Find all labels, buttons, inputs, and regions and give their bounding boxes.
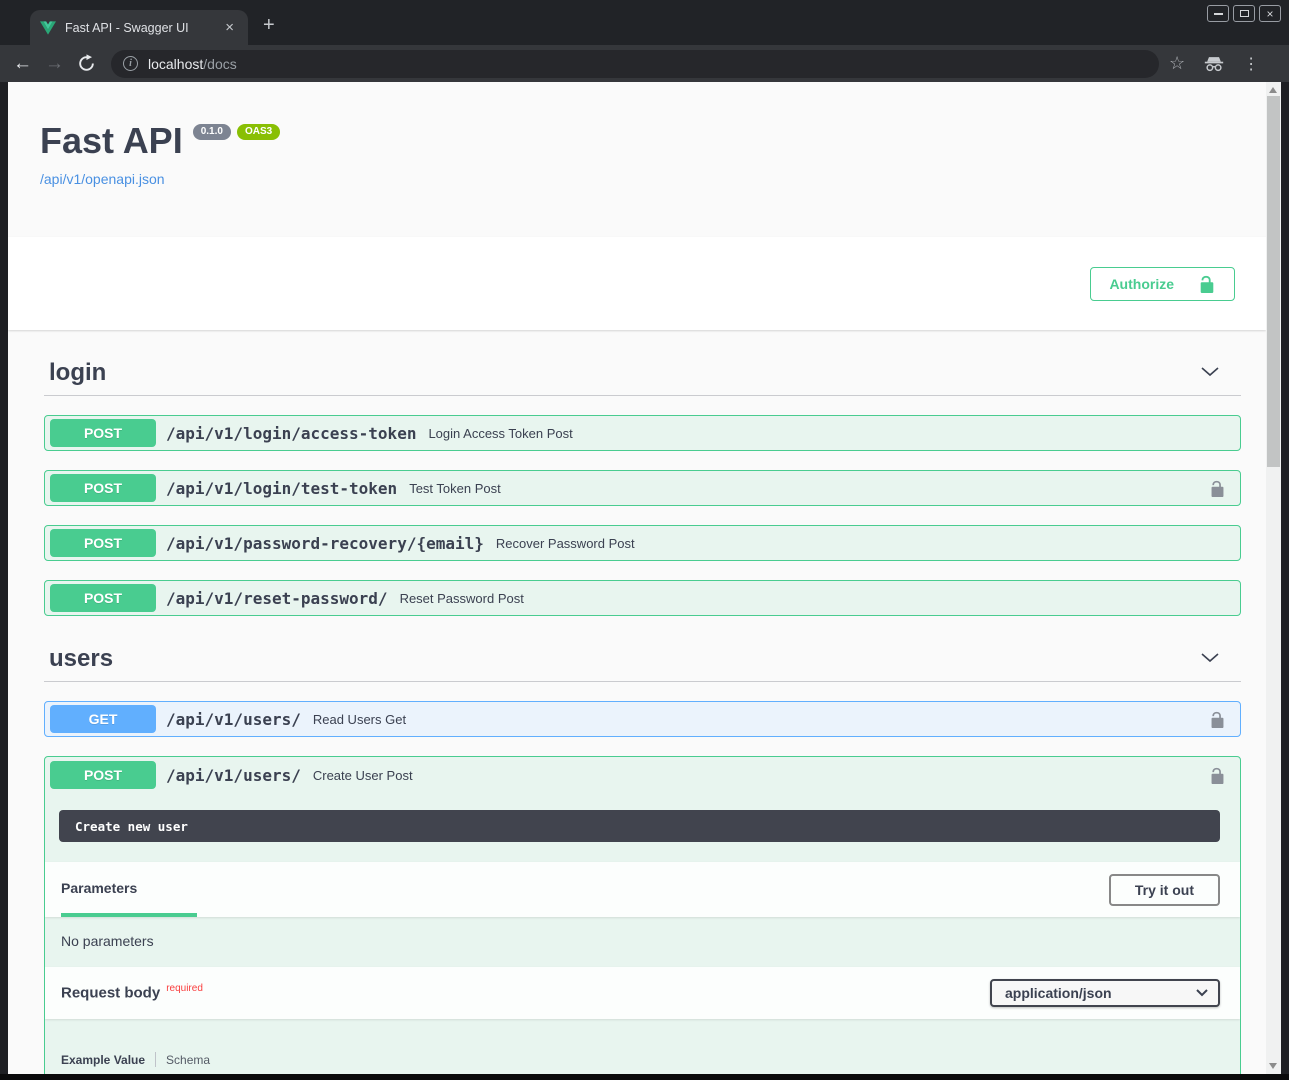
method-badge: POST: [50, 529, 156, 557]
minimize-icon: [1214, 13, 1223, 15]
no-parameters-text: No parameters: [45, 917, 1240, 961]
oas3-badge: OAS3: [237, 124, 280, 140]
incognito-icon: [1203, 56, 1225, 72]
request-body-header: Request body required application/json: [45, 967, 1240, 1019]
tab-title: Fast API - Swagger UI: [65, 21, 212, 35]
new-tab-button[interactable]: +: [263, 14, 275, 37]
page-scrollbar[interactable]: [1266, 82, 1281, 1074]
method-badge: GET: [50, 705, 156, 733]
swagger-page: Fast API 0.1.0 OAS3 /api/v1/openapi.json…: [8, 82, 1266, 1074]
media-type-value: application/json: [1005, 985, 1112, 1001]
tab-divider: [155, 1052, 156, 1067]
authorize-label: Authorize: [1109, 276, 1174, 292]
address-bar[interactable]: i localhost/docs: [111, 50, 1159, 78]
operation-description: Create new user: [59, 810, 1220, 842]
back-button[interactable]: ←: [13, 54, 32, 73]
endpoint-row-read-users[interactable]: GET /api/v1/users/ Read Users Get: [44, 701, 1241, 737]
browser-window: Fast API - Swagger UI × + × ← → i localh…: [0, 0, 1289, 1080]
section-users: users GET /api/v1/users/ Read Users Get: [44, 645, 1241, 1074]
collapse-chevron-icon[interactable]: [1201, 364, 1219, 382]
endpoint-row-access-token[interactable]: POST /api/v1/login/access-token Login Ac…: [44, 415, 1241, 451]
section-title-login[interactable]: login: [49, 359, 106, 387]
browser-toolbar: ← → i localhost/docs ☆ ⋮: [0, 45, 1289, 82]
reload-button[interactable]: [77, 54, 96, 73]
endpoint-summary: Recover Password Post: [496, 536, 1228, 551]
tab-strip: Fast API - Swagger UI × + ×: [0, 0, 1289, 45]
openapi-spec-link[interactable]: /api/v1/openapi.json: [40, 171, 165, 187]
endpoint-row-password-recovery[interactable]: POST /api/v1/password-recovery/{email} R…: [44, 525, 1241, 561]
scroll-down-arrow-icon[interactable]: [1269, 1063, 1277, 1069]
window-frame-bottom: [0, 1074, 1289, 1080]
forward-button: →: [45, 54, 64, 73]
media-type-select[interactable]: application/json: [990, 979, 1220, 1007]
endpoint-path: /api/v1/users/: [166, 766, 301, 785]
browser-menu-icon[interactable]: ⋮: [1243, 54, 1259, 74]
opblock-create-user: POST /api/v1/users/ Create User Post Cre…: [44, 756, 1241, 1074]
auth-lock-icon[interactable]: [1209, 480, 1226, 497]
section-title-users[interactable]: users: [49, 645, 113, 673]
scroll-up-arrow-icon[interactable]: [1269, 87, 1277, 93]
method-badge: POST: [50, 584, 156, 612]
endpoint-path: /api/v1/login/access-token: [166, 424, 416, 443]
method-badge: POST: [50, 474, 156, 502]
maximize-icon: [1240, 10, 1249, 17]
endpoint-path: /api/v1/reset-password/: [166, 589, 388, 608]
window-frame-right: [1281, 82, 1289, 1080]
endpoint-row-reset-password[interactable]: POST /api/v1/reset-password/ Reset Passw…: [44, 580, 1241, 616]
bookmark-star-icon[interactable]: ☆: [1169, 53, 1185, 74]
endpoint-path: /api/v1/users/: [166, 710, 301, 729]
endpoint-summary: Create User Post: [313, 768, 1209, 783]
window-close-button[interactable]: ×: [1259, 5, 1281, 22]
url-path: /docs: [203, 56, 236, 72]
auth-lock-icon[interactable]: [1209, 711, 1226, 728]
endpoint-summary: Read Users Get: [313, 712, 1209, 727]
try-it-out-button[interactable]: Try it out: [1109, 874, 1220, 906]
endpoint-summary: Reset Password Post: [400, 591, 1228, 606]
authorize-button[interactable]: Authorize: [1090, 267, 1235, 301]
request-body-label: Request body: [61, 985, 160, 1002]
url-host: localhost: [148, 56, 203, 72]
tab-example-value[interactable]: Example Value: [61, 1053, 145, 1067]
site-info-icon[interactable]: i: [123, 56, 138, 71]
endpoint-path: /api/v1/login/test-token: [166, 479, 397, 498]
url-text: localhost/docs: [148, 56, 237, 72]
collapse-chevron-icon[interactable]: [1201, 650, 1219, 668]
tab-parameters[interactable]: Parameters: [61, 862, 197, 917]
version-badge: 0.1.0: [193, 124, 231, 140]
section-divider: [44, 395, 1241, 396]
required-label: required: [166, 983, 203, 994]
endpoint-summary: Login Access Token Post: [428, 426, 1228, 441]
scheme-container: Authorize: [8, 237, 1266, 330]
endpoint-row-test-token[interactable]: POST /api/v1/login/test-token Test Token…: [44, 470, 1241, 506]
section-divider: [44, 681, 1241, 682]
window-controls: ×: [1207, 5, 1281, 22]
toolbar-actions: ☆ ⋮: [1169, 53, 1259, 74]
swagger-favicon-icon: [40, 21, 56, 35]
endpoint-row-create-user[interactable]: POST /api/v1/users/ Create User Post: [45, 757, 1240, 793]
browser-tab[interactable]: Fast API - Swagger UI ×: [30, 10, 248, 45]
section-login: login POST /api/v1/login/access-token Lo…: [44, 359, 1241, 616]
chevron-down-icon: [1196, 989, 1208, 997]
endpoint-path: /api/v1/password-recovery/{email}: [166, 534, 484, 553]
page-title: Fast API: [40, 120, 183, 162]
window-maximize-button[interactable]: [1233, 5, 1255, 22]
method-badge: POST: [50, 761, 156, 789]
parameters-header: Parameters Try it out: [45, 862, 1240, 917]
tab-schema[interactable]: Schema: [166, 1053, 210, 1067]
endpoint-summary: Test Token Post: [409, 481, 1209, 496]
tab-close-icon[interactable]: ×: [221, 18, 238, 37]
auth-lock-icon[interactable]: [1209, 767, 1226, 784]
window-minimize-button[interactable]: [1207, 5, 1229, 22]
scrollbar-thumb[interactable]: [1267, 96, 1280, 467]
api-info: Fast API 0.1.0 OAS3 /api/v1/openapi.json: [8, 82, 1266, 189]
model-example-tabs: Example Value Schema: [61, 1052, 1240, 1067]
method-badge: POST: [50, 419, 156, 447]
unlock-icon: [1198, 275, 1216, 293]
